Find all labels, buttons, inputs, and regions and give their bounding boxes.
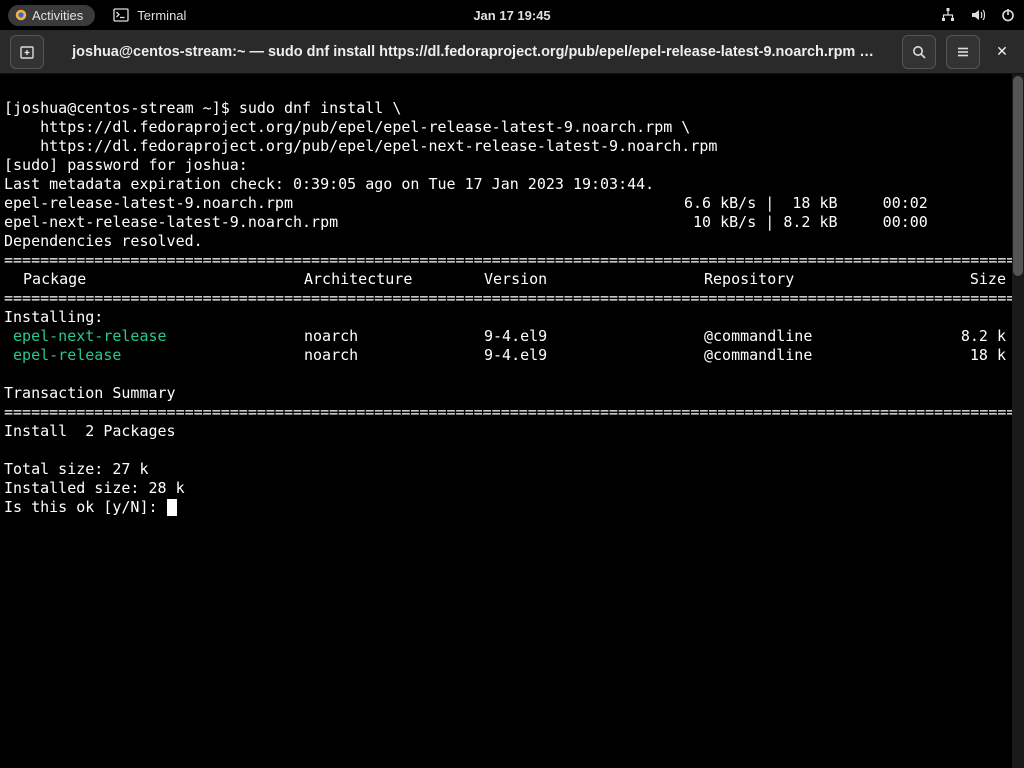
- activities-button[interactable]: Activities: [8, 5, 95, 26]
- rule: ========================================…: [4, 403, 1024, 421]
- new-tab-icon: [19, 44, 35, 60]
- terminal-viewport[interactable]: [joshua@centos-stream ~]$ sudo dnf insta…: [0, 74, 1024, 768]
- volume-icon: [970, 7, 986, 23]
- command-line-1: sudo dnf install \: [239, 99, 402, 117]
- confirm-prompt: Is this ok [y/N]:: [4, 498, 167, 516]
- sudo-prompt: [sudo] password for joshua:: [4, 156, 257, 174]
- installed-size: Installed size: 28 k: [4, 479, 185, 497]
- window-title: joshua@centos-stream:~ — sudo dnf instal…: [54, 44, 892, 60]
- close-icon: ✕: [996, 43, 1008, 59]
- new-tab-button[interactable]: [10, 35, 44, 69]
- deps-resolved: Dependencies resolved.: [4, 232, 203, 250]
- search-button[interactable]: [902, 35, 936, 69]
- table-row: epel-releasenoarch9-4.el9@commandline18 …: [4, 346, 1020, 365]
- app-menu[interactable]: Terminal: [113, 7, 186, 23]
- installing-label: Installing:: [4, 308, 103, 326]
- total-size: Total size: 27 k: [4, 460, 149, 478]
- cursor: [167, 499, 177, 516]
- rule: ========================================…: [4, 251, 1024, 269]
- activities-label: Activities: [32, 8, 83, 23]
- search-icon: [911, 44, 927, 60]
- prompt: [joshua@centos-stream ~]$: [4, 99, 239, 117]
- window-titlebar: joshua@centos-stream:~ — sudo dnf instal…: [0, 30, 1024, 74]
- system-status-area[interactable]: [940, 7, 1016, 23]
- download-row: epel-next-release-latest-9.noarch.rpm 10…: [4, 213, 1020, 232]
- command-line-2: https://dl.fedoraproject.org/pub/epel/ep…: [4, 118, 690, 136]
- app-menu-label: Terminal: [137, 8, 186, 23]
- hamburger-icon: [955, 44, 971, 60]
- scrollbar-thumb[interactable]: [1013, 76, 1023, 276]
- install-count: Install 2 Packages: [4, 422, 176, 440]
- gnome-top-bar: Activities Terminal Jan 17 19:45: [0, 0, 1024, 30]
- rule: ========================================…: [4, 289, 1024, 307]
- power-icon: [1000, 7, 1016, 23]
- transaction-summary: Transaction Summary: [4, 384, 176, 402]
- terminal-app-icon: [113, 7, 129, 23]
- metadata-line: Last metadata expiration check: 0:39:05 …: [4, 175, 654, 193]
- download-row: epel-release-latest-9.noarch.rpm6.6 kB/s…: [4, 194, 1020, 213]
- scrollbar[interactable]: [1012, 74, 1024, 768]
- activities-icon: [14, 8, 28, 22]
- table-row: epel-next-releasenoarch9-4.el9@commandli…: [4, 327, 1020, 346]
- hamburger-menu-button[interactable]: [946, 35, 980, 69]
- network-icon: [940, 7, 956, 23]
- command-line-3: https://dl.fedoraproject.org/pub/epel/ep…: [4, 137, 717, 155]
- close-button[interactable]: ✕: [990, 43, 1014, 60]
- table-header: PackageArchitectureVersionRepositorySize: [4, 270, 1020, 289]
- clock[interactable]: Jan 17 19:45: [473, 8, 550, 23]
